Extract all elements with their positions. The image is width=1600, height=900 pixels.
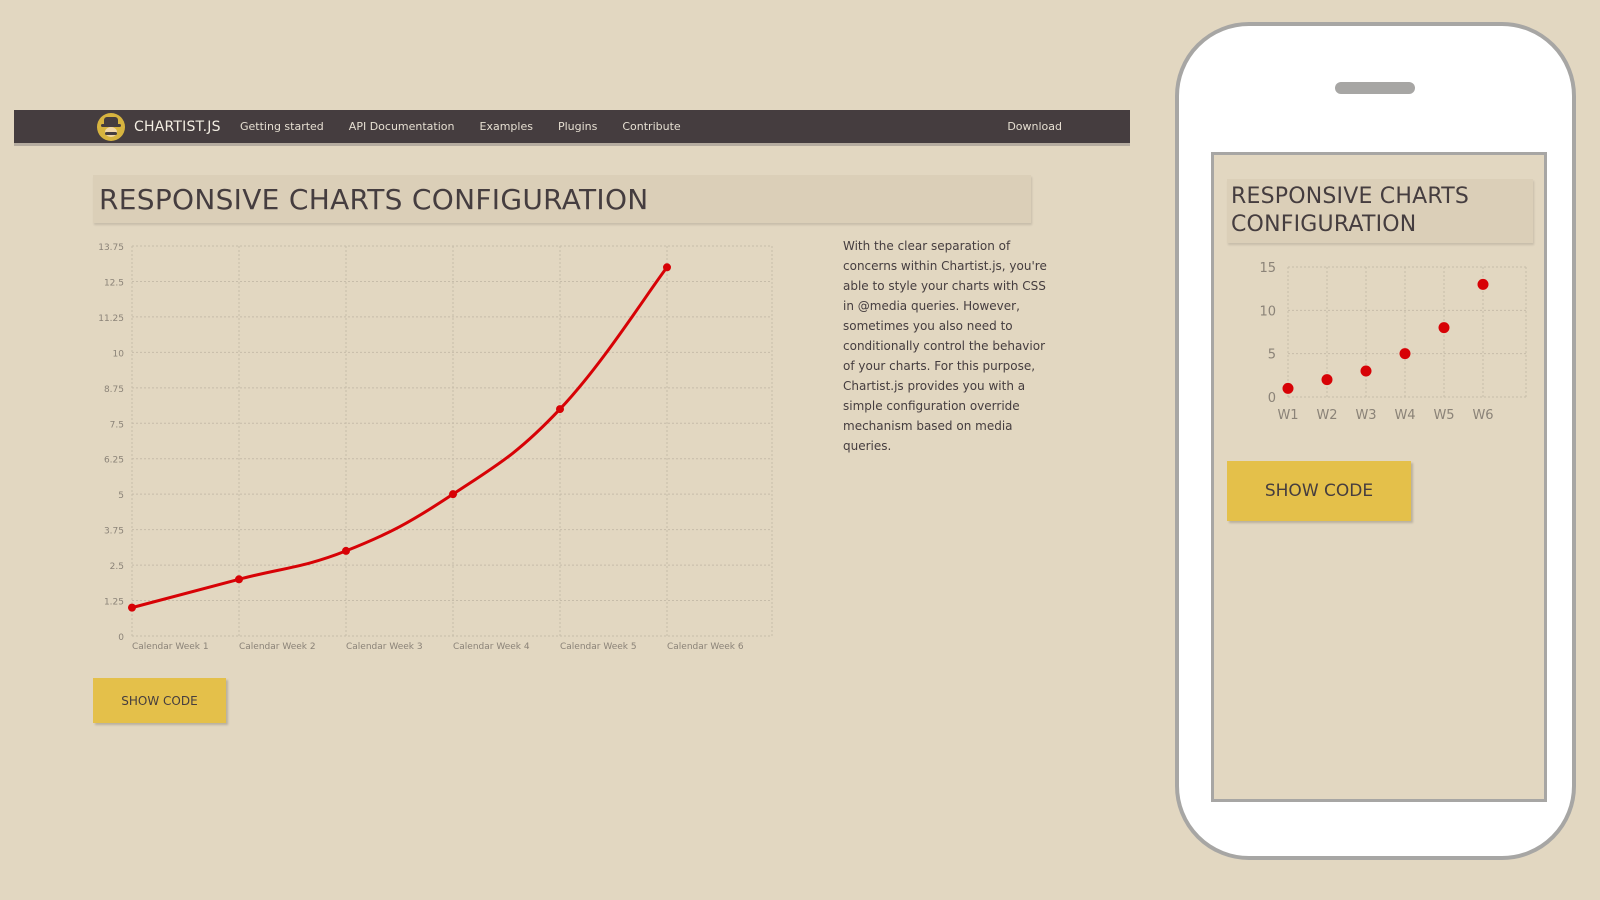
data-point [1321, 374, 1333, 386]
x-tick-label: W5 [1433, 408, 1454, 423]
navbar: CHARTIST.JS Getting started API Document… [14, 110, 1130, 146]
data-point [1360, 365, 1372, 377]
y-tick-label: 11.25 [98, 314, 124, 324]
mobile-page-title: RESPONSIVE CHARTS CONFIGURATION [1231, 184, 1470, 237]
series-line [131, 266, 669, 610]
y-tick-label: 3.75 [104, 527, 124, 537]
data-point [342, 546, 350, 555]
logo-text: CHARTIST.JS [134, 118, 221, 135]
data-point [1477, 278, 1489, 290]
data-point [1399, 348, 1411, 360]
y-tick-label: 13.75 [98, 243, 124, 253]
y-tick-label: 15 [1259, 261, 1276, 276]
y-tick-label: 0 [1268, 391, 1276, 406]
x-tick-label: Calendar Week 6 [667, 642, 744, 652]
x-tick-label: W2 [1316, 408, 1337, 423]
x-tick-label: Calendar Week 3 [346, 642, 423, 652]
nav-link-download[interactable]: Download [1007, 110, 1062, 143]
y-tick-label: 5 [1268, 348, 1276, 363]
nav-link-contribute[interactable]: Contribute [622, 120, 680, 133]
x-tick-label: Calendar Week 5 [560, 642, 637, 652]
x-tick-label: W4 [1394, 408, 1415, 423]
y-tick-label: 7.5 [110, 420, 124, 430]
nav-link-api-documentation[interactable]: API Documentation [349, 120, 455, 133]
mobile-scatter-chart: 0 5 10 15 W1 W2 W3 W4 W5 W6 [1259, 261, 1527, 423]
nav-link-plugins[interactable]: Plugins [558, 120, 597, 133]
logo[interactable]: CHARTIST.JS [97, 110, 221, 143]
nav-link-examples[interactable]: Examples [480, 120, 533, 133]
data-point [449, 490, 457, 499]
data-point [235, 575, 243, 584]
phone-speaker [1335, 82, 1415, 94]
page-title-box: RESPONSIVE CHARTS CONFIGURATION [93, 175, 1031, 223]
y-tick-label: 0 [118, 633, 124, 643]
page-title: RESPONSIVE CHARTS CONFIGURATION [99, 183, 649, 216]
phone-frame: RESPONSIVE CHARTS CONFIGURATION 0 5 10 15 W1… [1175, 22, 1576, 860]
data-point [128, 603, 136, 612]
x-tick-label: Calendar Week 1 [132, 642, 209, 652]
phone-screen: RESPONSIVE CHARTS CONFIGURATION 0 5 10 15 W1… [1211, 152, 1547, 802]
x-tick-label: W3 [1355, 408, 1376, 423]
x-tick-label: Calendar Week 4 [453, 642, 530, 652]
y-tick-label: 10 [1259, 304, 1276, 319]
description-text: With the clear separation of concerns wi… [843, 239, 1047, 453]
data-point [1282, 382, 1294, 394]
y-tick-label: 1.25 [104, 598, 124, 608]
chartist-logo-icon [97, 112, 125, 141]
y-tick-label: 12.5 [104, 278, 124, 288]
x-tick-label: W1 [1277, 408, 1298, 423]
x-tick-label: W6 [1472, 408, 1493, 423]
y-tick-label: 10 [113, 349, 125, 359]
line-chart: 0 1.25 2.5 3.75 5 6.25 7.5 8.75 10 11.25 12.5 13.75… [98, 243, 773, 652]
nav-link-getting-started[interactable]: Getting started [240, 120, 324, 133]
x-tick-label: Calendar Week 2 [239, 642, 316, 652]
mobile-title-box: RESPONSIVE CHARTS CONFIGURATION [1227, 179, 1533, 243]
data-point [556, 405, 564, 414]
y-tick-label: 6.25 [104, 456, 124, 466]
desktop-view: CHARTIST.JS Getting started API Document… [14, 110, 1130, 810]
nav-links: Getting started API Documentation Exampl… [240, 110, 706, 143]
y-tick-label: 2.5 [110, 562, 124, 572]
show-code-button[interactable]: SHOW CODE [93, 678, 226, 723]
y-tick-label: 8.75 [104, 385, 124, 395]
mobile-show-code-button[interactable]: SHOW CODE [1227, 461, 1411, 521]
data-point [1438, 322, 1450, 334]
y-tick-label: 5 [118, 491, 124, 501]
data-point [663, 263, 671, 272]
